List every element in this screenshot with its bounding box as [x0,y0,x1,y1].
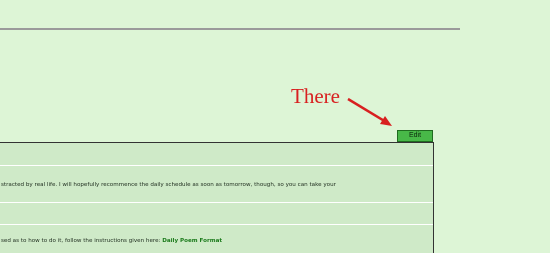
horizontal-rule [0,28,460,30]
daily-poem-format-link[interactable]: Daily Poem Format [162,238,222,244]
annotation-label: There [291,84,340,108]
post-text-line: stracted by real life. I will hopefully … [1,182,336,188]
post-text-line: sed as to how to do it, follow the instr… [1,238,222,244]
row-divider [0,202,433,203]
row-divider [0,224,433,225]
content-panel: stracted by real life. I will hopefully … [0,142,434,253]
row-divider [0,165,433,166]
post-text: sed as to how to do it, follow the instr… [1,238,161,244]
edit-button[interactable]: Edit [397,130,433,142]
